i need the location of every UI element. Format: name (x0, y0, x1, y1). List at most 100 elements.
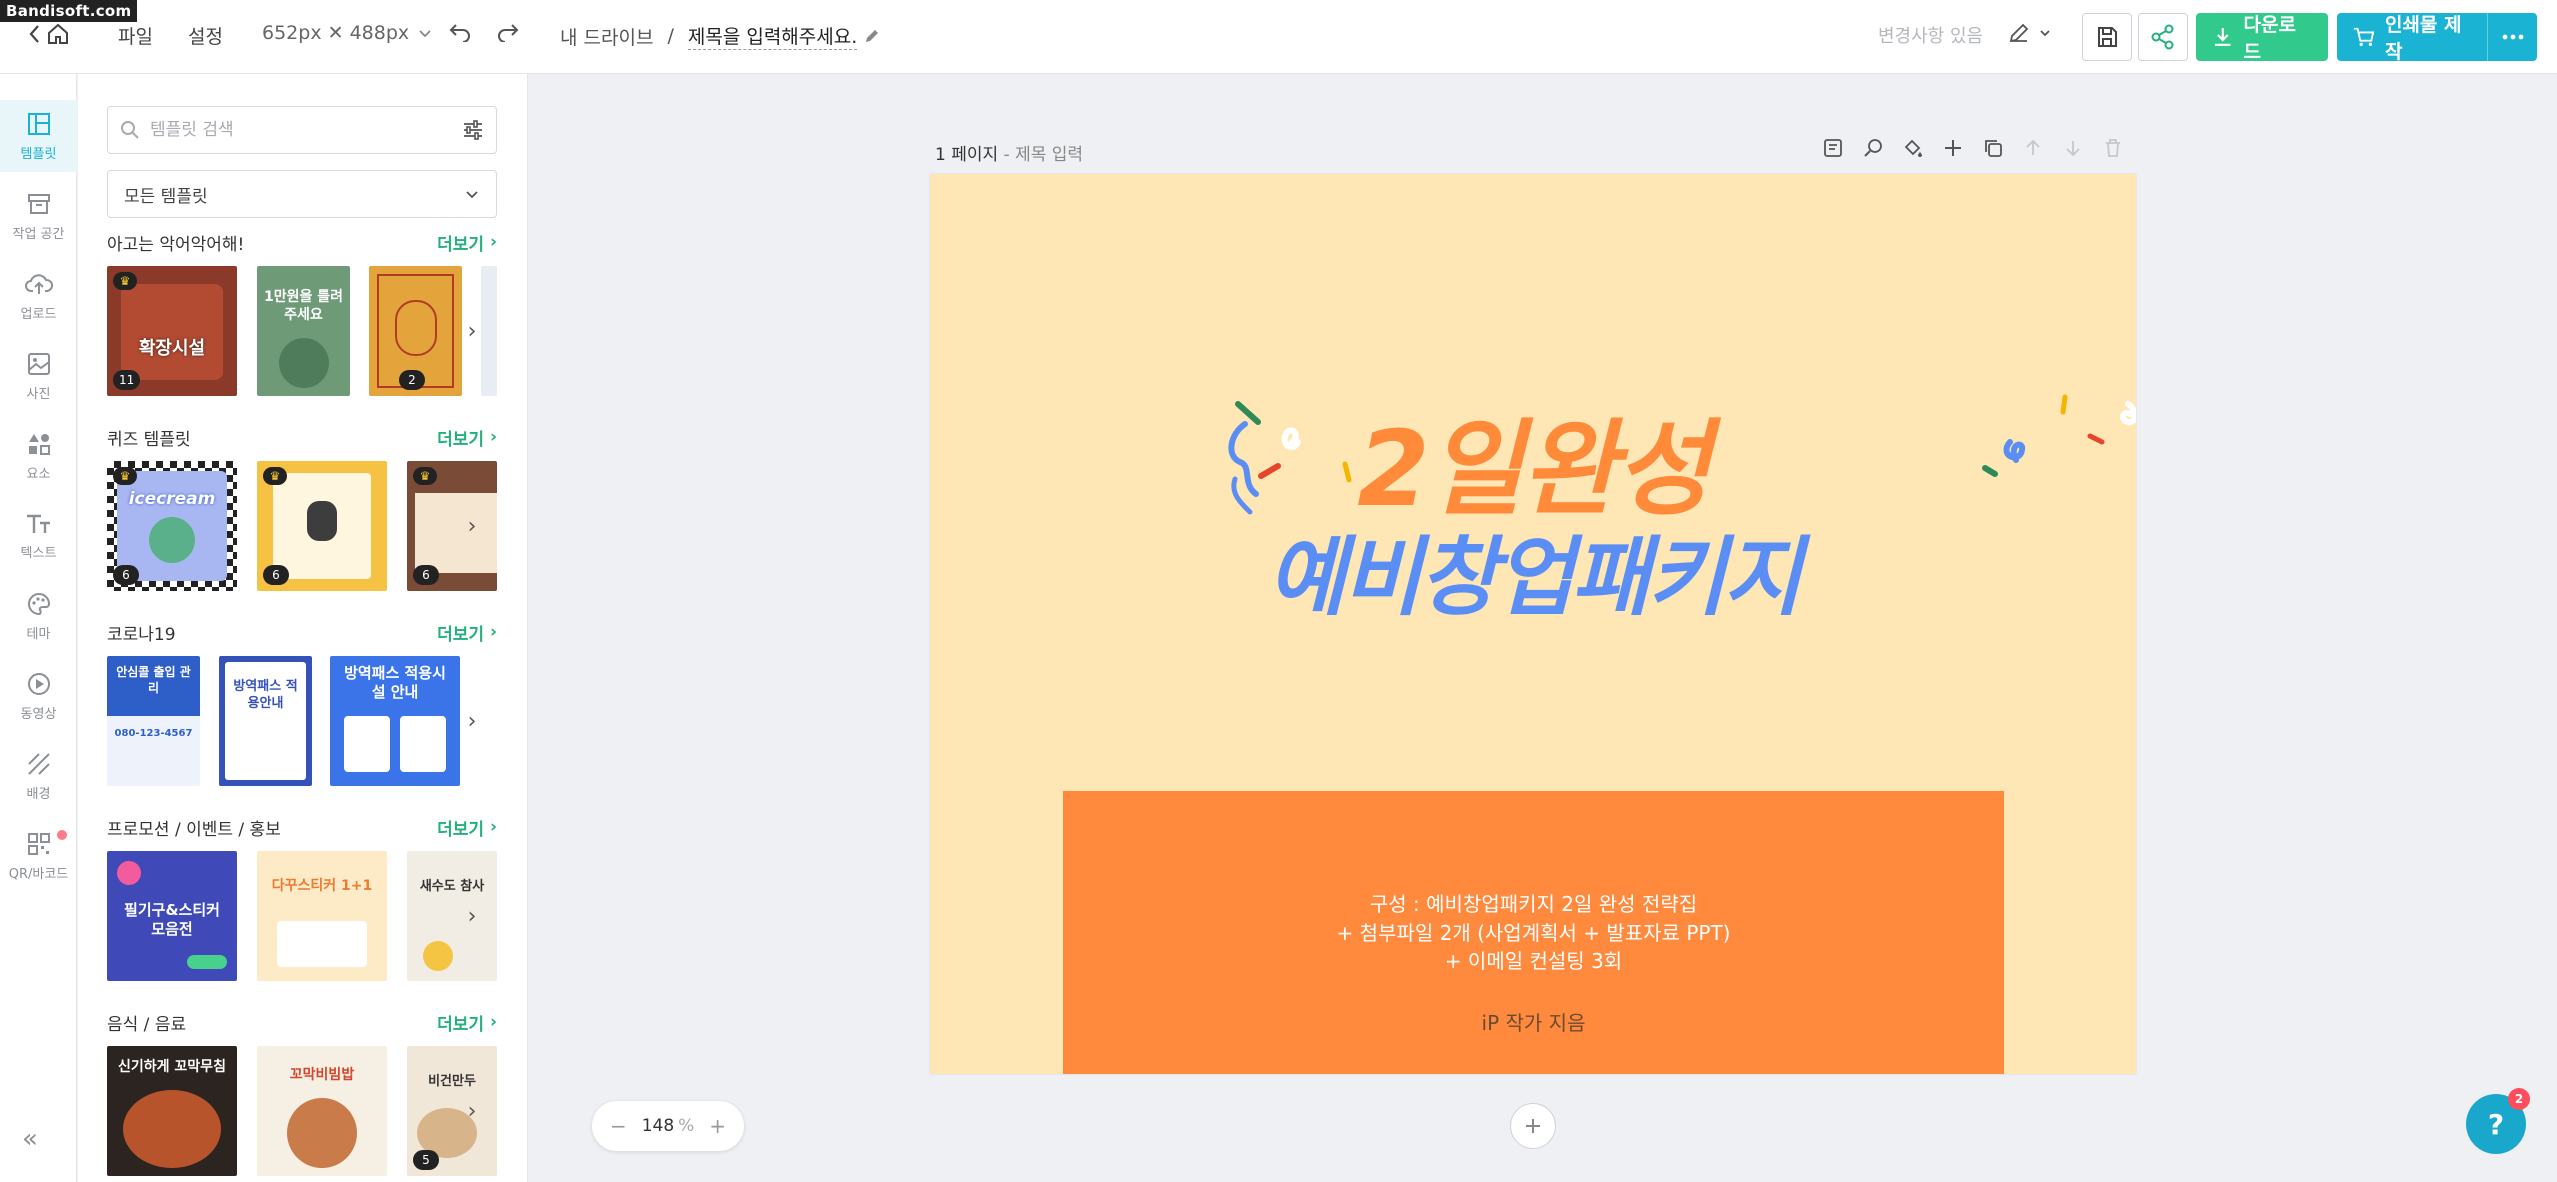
page-count-badge: 6 (113, 565, 139, 585)
author-credit[interactable]: iP 작가 지음 (1063, 1007, 2004, 1036)
arrow-up-icon (2026, 139, 2040, 155)
category-select-value: 모든 템플릿 (124, 186, 208, 207)
see-more-link[interactable]: 더보기 › (437, 815, 497, 840)
nav-upload[interactable]: 업로드 (0, 260, 77, 332)
duplicate-page-button[interactable] (1980, 134, 2006, 162)
zoom-value[interactable]: 148% (642, 1116, 695, 1136)
template-thumbnail[interactable]: 1만원을 틀려주세요 (257, 266, 350, 396)
collapse-panel-button[interactable]: « (22, 1124, 38, 1154)
section-title: 아고는 악어악어해! (107, 234, 245, 255)
pencil-icon[interactable] (863, 27, 881, 45)
page-label[interactable]: 1 페이지 - 제목 입력 (935, 140, 1083, 165)
thumbnail-text: 방역패스 적용시설 안내 (344, 664, 446, 701)
template-thumbnail[interactable]: 방역패스 적용안내 (219, 656, 312, 786)
section-title: 퀴즈 템플릿 (107, 429, 191, 450)
menu-settings[interactable]: 설정 (188, 22, 223, 49)
template-search-input[interactable] (150, 120, 462, 140)
info-line-2[interactable]: + 첨부파일 2개 (사업계획서 + 발표자료 PPT) (1063, 917, 2004, 946)
template-thumbnail[interactable]: 2 (369, 266, 462, 396)
template-thumbnail[interactable]: 신기하게 꼬막무침 (107, 1046, 237, 1176)
see-more-link[interactable]: 더보기 › (437, 230, 497, 255)
home-icon (48, 23, 68, 44)
see-more-link[interactable]: 더보기 › (437, 425, 497, 450)
move-page-up-button[interactable] (2020, 134, 2046, 162)
add-page-bottom-button[interactable] (1510, 1103, 1556, 1149)
pen-icon (2009, 23, 2029, 43)
undo-button[interactable] (448, 22, 472, 42)
template-search[interactable] (107, 106, 497, 154)
template-thumbnail[interactable]: 꼬막비빔밥 (257, 1046, 387, 1176)
info-line-3[interactable]: + 이메일 컨설팅 3회 (1063, 945, 2004, 974)
canvas-size-dropdown[interactable]: 652px ✕ 488px (262, 22, 433, 44)
magic-icon (1864, 139, 1882, 157)
template-thumbnail[interactable]: 필기구&스티커 모음전 (107, 851, 237, 981)
save-button[interactable] (2082, 13, 2132, 61)
page-note-button[interactable] (1820, 134, 1846, 162)
see-more-label: 더보기 (437, 624, 484, 645)
headline-secondary[interactable]: 예비창업패키지 (930, 507, 2136, 632)
nav-elements[interactable]: 요소 (0, 420, 77, 492)
template-thumbnail[interactable]: 다꾸스티커 1+1 (257, 851, 387, 981)
shapes-icon (28, 433, 50, 455)
chevron-right-icon[interactable]: › (457, 706, 487, 736)
share-icon (2151, 24, 2174, 50)
share-button[interactable] (2138, 13, 2188, 61)
canvas-size-label: 652px ✕ 488px (262, 22, 410, 44)
page-title-input[interactable]: - 제목 입력 (1004, 145, 1084, 165)
help-button[interactable]: ? 2 (2466, 1088, 2530, 1154)
notification-dot (57, 830, 67, 840)
edit-mode-dropdown[interactable] (2008, 22, 2052, 44)
more-menu-button[interactable] (2487, 13, 2537, 61)
chevron-right-icon[interactable]: › (457, 901, 487, 931)
thumbnail-text: 필기구&스티커 모음전 (124, 901, 220, 938)
zoom-in-button[interactable]: + (709, 1114, 726, 1138)
filter-sliders-icon[interactable] (462, 120, 484, 140)
nav-background[interactable]: 배경 (0, 740, 77, 812)
print-order-button[interactable]: 인쇄물 제작 (2337, 13, 2487, 63)
template-thumbnail[interactable]: 안심콜 출입 관리 080-123-4567 (107, 656, 200, 786)
move-page-down-button[interactable] (2060, 134, 2086, 162)
add-page-button[interactable] (1940, 134, 1966, 162)
plus-icon (1526, 1119, 1540, 1133)
page-count-badge: 11 (113, 370, 141, 390)
redo-button[interactable] (496, 22, 520, 42)
nav-workspace[interactable]: 작업 공간 (0, 180, 77, 252)
info-line-1[interactable]: 구성 : 예비창업패키지 2일 완성 전략집 (1063, 888, 2004, 917)
nav-photos[interactable]: 사진 (0, 340, 77, 412)
chevron-right-icon[interactable]: › (457, 316, 487, 346)
template-thumbnail[interactable]: icecream ♛ 6 (107, 461, 237, 591)
info-box[interactable]: 구성 : 예비창업패키지 2일 완성 전략집 + 첨부파일 2개 (사업계획서 … (1063, 791, 2004, 1074)
chevron-right-icon[interactable]: › (457, 1096, 487, 1126)
nav-text[interactable]: 텍스트 (0, 500, 77, 572)
see-more-link[interactable]: 더보기 › (437, 620, 497, 645)
nav-templates[interactable]: 템플릿 (0, 100, 77, 172)
copy-icon (1985, 140, 2002, 157)
chevron-right-icon: › (489, 817, 497, 837)
chevron-right-icon[interactable]: › (457, 511, 487, 541)
breadcrumb-drive[interactable]: 내 드라이브 (560, 23, 653, 50)
template-thumbnail[interactable]: 확장시설 ♛ 11 (107, 266, 237, 396)
page-background-color-button[interactable] (1900, 134, 1926, 162)
thumbnail-text: 다꾸스티커 1+1 (271, 878, 373, 894)
see-more-link[interactable]: 더보기 › (437, 1010, 497, 1035)
zoom-out-button[interactable]: − (610, 1114, 627, 1138)
template-thumbnail[interactable]: ♛ 6 (257, 461, 387, 591)
template-section: 음식 / 음료 더보기 › 신기하게 꼬막무침 꼬막비빔밥 비건만두 5 › (107, 1010, 507, 1176)
template-category-select[interactable]: 모든 템플릿 (107, 170, 497, 218)
top-bar: Bandisoft.com 파일 설정 652px ✕ 488px 내 드라이브… (0, 0, 2557, 74)
template-thumbnail[interactable]: 방역패스 적용시설 안내 (330, 656, 460, 786)
section-title: 프로모션 / 이벤트 / 홍보 (107, 819, 281, 840)
thumbnail-text: 방역패스 적용안내 (233, 679, 298, 711)
design-canvas[interactable]: 2일완성 예비창업패키지 구성 : 예비창업패키지 2일 완성 전략집 + 첨부… (930, 174, 2136, 1074)
back-home-button[interactable] (28, 22, 70, 46)
breadcrumb-separator: / (667, 25, 674, 47)
nav-qr-barcode[interactable]: QR/바코드 (0, 820, 77, 892)
menu-file[interactable]: 파일 (118, 22, 153, 49)
download-button[interactable]: 다운로드 (2196, 13, 2328, 63)
nav-theme[interactable]: 테마 (0, 580, 77, 652)
page-animation-button[interactable] (1860, 134, 1886, 162)
page-count-badge: 2 (399, 370, 425, 390)
nav-video[interactable]: 동영상 (0, 660, 77, 732)
document-title[interactable]: 제목을 입력해주세요. (687, 22, 858, 50)
delete-page-button[interactable] (2100, 134, 2126, 162)
